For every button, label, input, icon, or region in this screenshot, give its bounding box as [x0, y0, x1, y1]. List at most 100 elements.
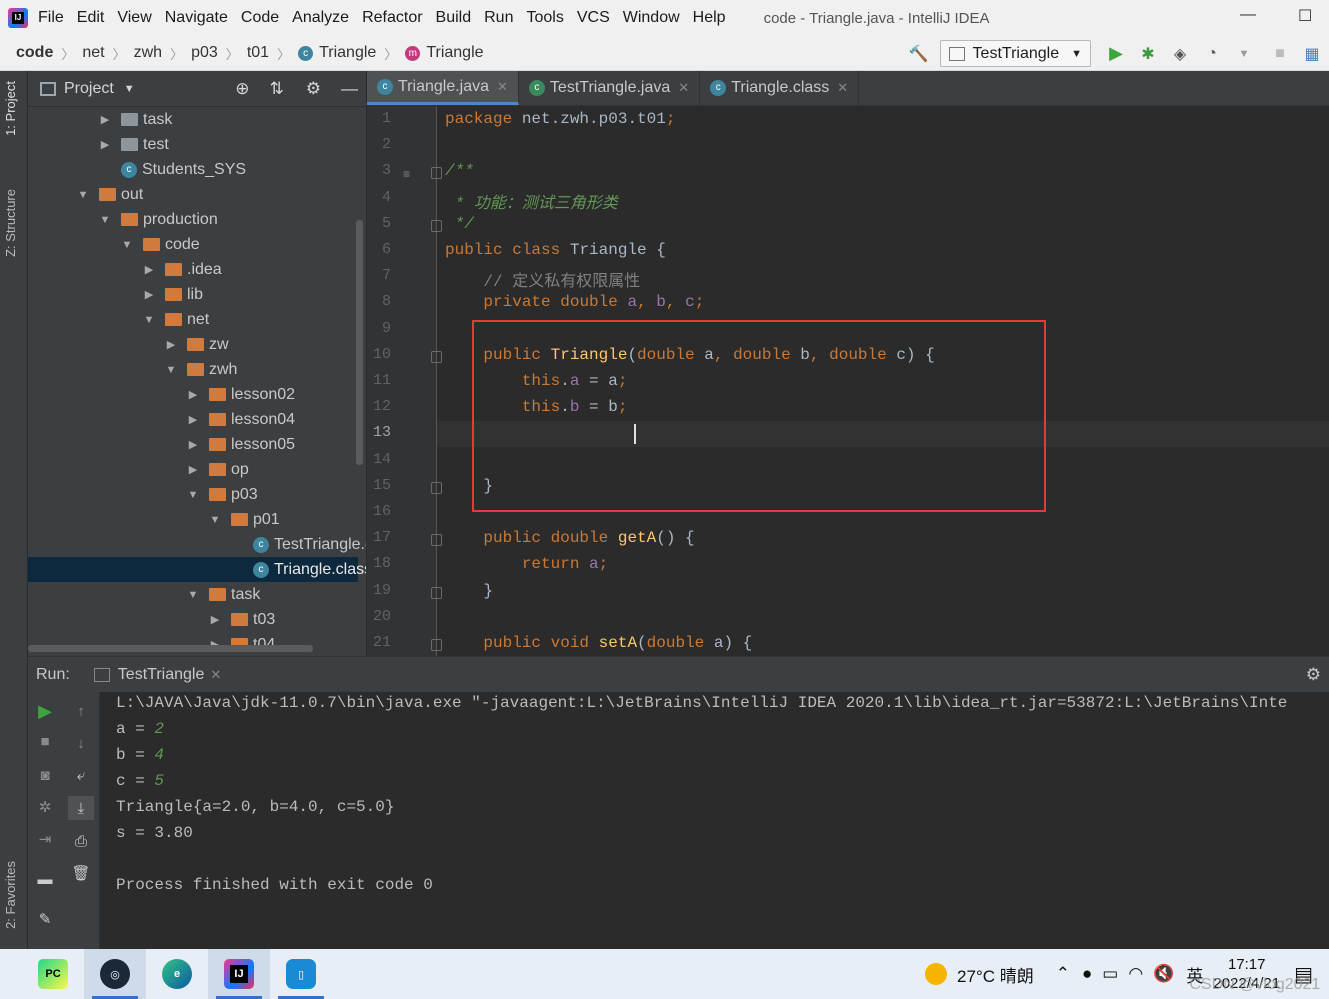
taskbar-phone[interactable]: ▯ [270, 949, 332, 999]
fold-marker-icon[interactable] [431, 350, 442, 363]
hide-panel-icon[interactable]: — [341, 79, 358, 99]
fold-marker-icon[interactable] [431, 534, 442, 547]
collapse-all-icon[interactable]: ⇅ [270, 79, 284, 99]
collapse-arrow-icon[interactable]: ▼ [98, 214, 112, 226]
chevron-down-icon[interactable]: ▼ [124, 83, 135, 95]
close-icon[interactable]: ✕ [678, 80, 689, 96]
tree-item[interactable]: ▼ out [28, 182, 358, 207]
chevron-down-icon[interactable]: ▼ [1233, 43, 1255, 65]
tree-item[interactable]: ▼ production [28, 207, 358, 232]
breadcrumb-class-triangle[interactable]: Triangle [319, 44, 376, 62]
tree-item[interactable]: ▼ p03 [28, 482, 358, 507]
breadcrumb-net[interactable]: net [82, 44, 104, 62]
tree-item[interactable]: ▶ lesson05 [28, 432, 358, 457]
arrow-up-icon[interactable]: ↑ [70, 700, 92, 722]
taskbar-intellij[interactable]: IJ [208, 949, 270, 999]
menu-window[interactable]: Window [623, 9, 680, 27]
print-icon[interactable]: ⎙ [70, 830, 92, 852]
run-tab-testtriangle[interactable]: TestTriangle [118, 666, 205, 684]
collapse-arrow-icon[interactable]: ▼ [208, 514, 222, 526]
menu-navigate[interactable]: Navigate [165, 9, 228, 27]
menu-refactor[interactable]: Refactor [362, 9, 422, 27]
gear-icon[interactable]: ⚙ [1306, 665, 1321, 685]
wifi-icon[interactable]: ◠ [1128, 964, 1143, 984]
collapse-arrow-icon[interactable]: ▼ [164, 364, 178, 376]
expand-arrow-icon[interactable]: ▶ [186, 413, 200, 426]
battery-icon[interactable]: ▭ [1102, 964, 1118, 984]
tree-item[interactable]: ▶ .idea [28, 257, 358, 282]
collapse-arrow-icon[interactable]: ▼ [142, 314, 156, 326]
settings-icon[interactable]: ✲ [34, 796, 56, 818]
run-configuration-select[interactable]: TestTriangle ▼ [939, 40, 1091, 67]
tree-item[interactable]: c Students_SYS [28, 157, 358, 182]
maximize-button[interactable]: ☐ [1298, 6, 1312, 26]
breadcrumb-code[interactable]: code [16, 44, 53, 62]
layout-icon[interactable]: ▬ [34, 868, 56, 890]
menu-help[interactable]: Help [693, 9, 726, 27]
tree-horizontal-scrollbar[interactable] [28, 645, 313, 652]
trash-icon[interactable]: 🗑 [70, 862, 92, 884]
breadcrumb-t01[interactable]: t01 [247, 44, 269, 62]
minimize-button[interactable]: — [1240, 6, 1256, 24]
weather-text[interactable]: 27°C 晴朗 [957, 962, 1034, 987]
gear-icon[interactable]: ⚙ [306, 79, 321, 99]
debug-bug-icon[interactable]: ✱ [1137, 43, 1159, 65]
stop-icon[interactable]: ■ [34, 730, 56, 752]
expand-arrow-icon[interactable]: ▶ [186, 438, 200, 451]
expand-arrow-icon[interactable]: ▶ [98, 113, 112, 126]
javadoc-render-icon[interactable]: ≡ [403, 167, 410, 181]
collapse-arrow-icon[interactable]: ▼ [186, 489, 200, 501]
collapse-arrow-icon[interactable]: ▼ [120, 239, 134, 251]
close-icon[interactable]: ✕ [210, 667, 221, 683]
expand-arrow-icon[interactable]: ▶ [142, 288, 156, 301]
fold-marker-icon[interactable] [431, 586, 442, 599]
tab-triangle-class[interactable]: c Triangle.class ✕ [700, 71, 860, 105]
run-play-icon[interactable]: ▶ [1105, 43, 1127, 65]
tree-item[interactable]: ▶ task [28, 107, 358, 132]
tool-tab-project[interactable]: 1: Project [3, 81, 18, 136]
camera-icon[interactable]: ◙ [34, 764, 56, 786]
fold-marker-icon[interactable] [431, 481, 442, 494]
tree-item[interactable]: ▼ zwh [28, 357, 358, 382]
fold-marker-icon[interactable] [431, 167, 442, 180]
scroll-to-end-icon[interactable]: ⤓ [68, 796, 94, 820]
menu-tools[interactable]: Tools [526, 9, 563, 27]
taskbar-steam[interactable]: ◎ [84, 949, 146, 999]
profile-icon[interactable]: ◔ [1201, 43, 1223, 65]
pin-icon[interactable]: ✎ [34, 908, 56, 930]
menu-run[interactable]: Run [484, 9, 513, 27]
menu-vcs[interactable]: VCS [577, 9, 610, 27]
taskbar-edge[interactable]: e [146, 949, 208, 999]
tree-item[interactable]: ▼ p01 [28, 507, 358, 532]
project-panel-title[interactable]: Project [64, 80, 114, 98]
rerun-play-icon[interactable]: ▶ [34, 700, 56, 722]
arrow-down-icon[interactable]: ↓ [70, 732, 92, 754]
menu-file[interactable]: File [38, 9, 64, 27]
taskbar-pycharm[interactable]: PC [22, 949, 84, 999]
tree-item[interactable]: ▶ t03 [28, 607, 358, 632]
breadcrumb-zwh[interactable]: zwh [134, 44, 162, 62]
console-output[interactable]: L:\JAVA\Java\jdk-11.0.7\bin\java.exe "-j… [100, 692, 1329, 949]
fold-marker-icon[interactable] [431, 639, 442, 651]
chevron-up-icon[interactable]: ⌃ [1056, 964, 1070, 984]
breadcrumb-p03[interactable]: p03 [191, 44, 218, 62]
expand-arrow-icon[interactable]: ▶ [208, 613, 222, 626]
expand-arrow-icon[interactable]: ▶ [186, 388, 200, 401]
expand-arrow-icon[interactable]: ▶ [164, 338, 178, 351]
tree-item[interactable]: ▼ net [28, 307, 358, 332]
menu-analyze[interactable]: Analyze [292, 9, 349, 27]
tool-tab-structure[interactable]: Z: Structure [3, 189, 18, 257]
breadcrumb-method-triangle[interactable]: Triangle [426, 44, 483, 62]
tree-item[interactable]: c Triangle.class [28, 557, 366, 582]
clock[interactable]: 17:17 2022/4/21 CSDN @vlog2021 [1189, 955, 1320, 993]
project-structure-icon[interactable]: ▦ [1301, 43, 1323, 65]
tree-item[interactable]: ▶ lib [28, 282, 358, 307]
expand-arrow-icon[interactable]: ▶ [142, 263, 156, 276]
tool-tab-favorites[interactable]: 2: Favorites [3, 861, 18, 929]
soft-wrap-icon[interactable]: ⤶ [70, 764, 92, 786]
tree-item[interactable]: ▶ lesson04 [28, 407, 358, 432]
collapse-arrow-icon[interactable]: ▼ [186, 589, 200, 601]
tree-vertical-scrollbar[interactable] [356, 220, 363, 465]
menu-edit[interactable]: Edit [77, 9, 105, 27]
menu-build[interactable]: Build [436, 9, 472, 27]
